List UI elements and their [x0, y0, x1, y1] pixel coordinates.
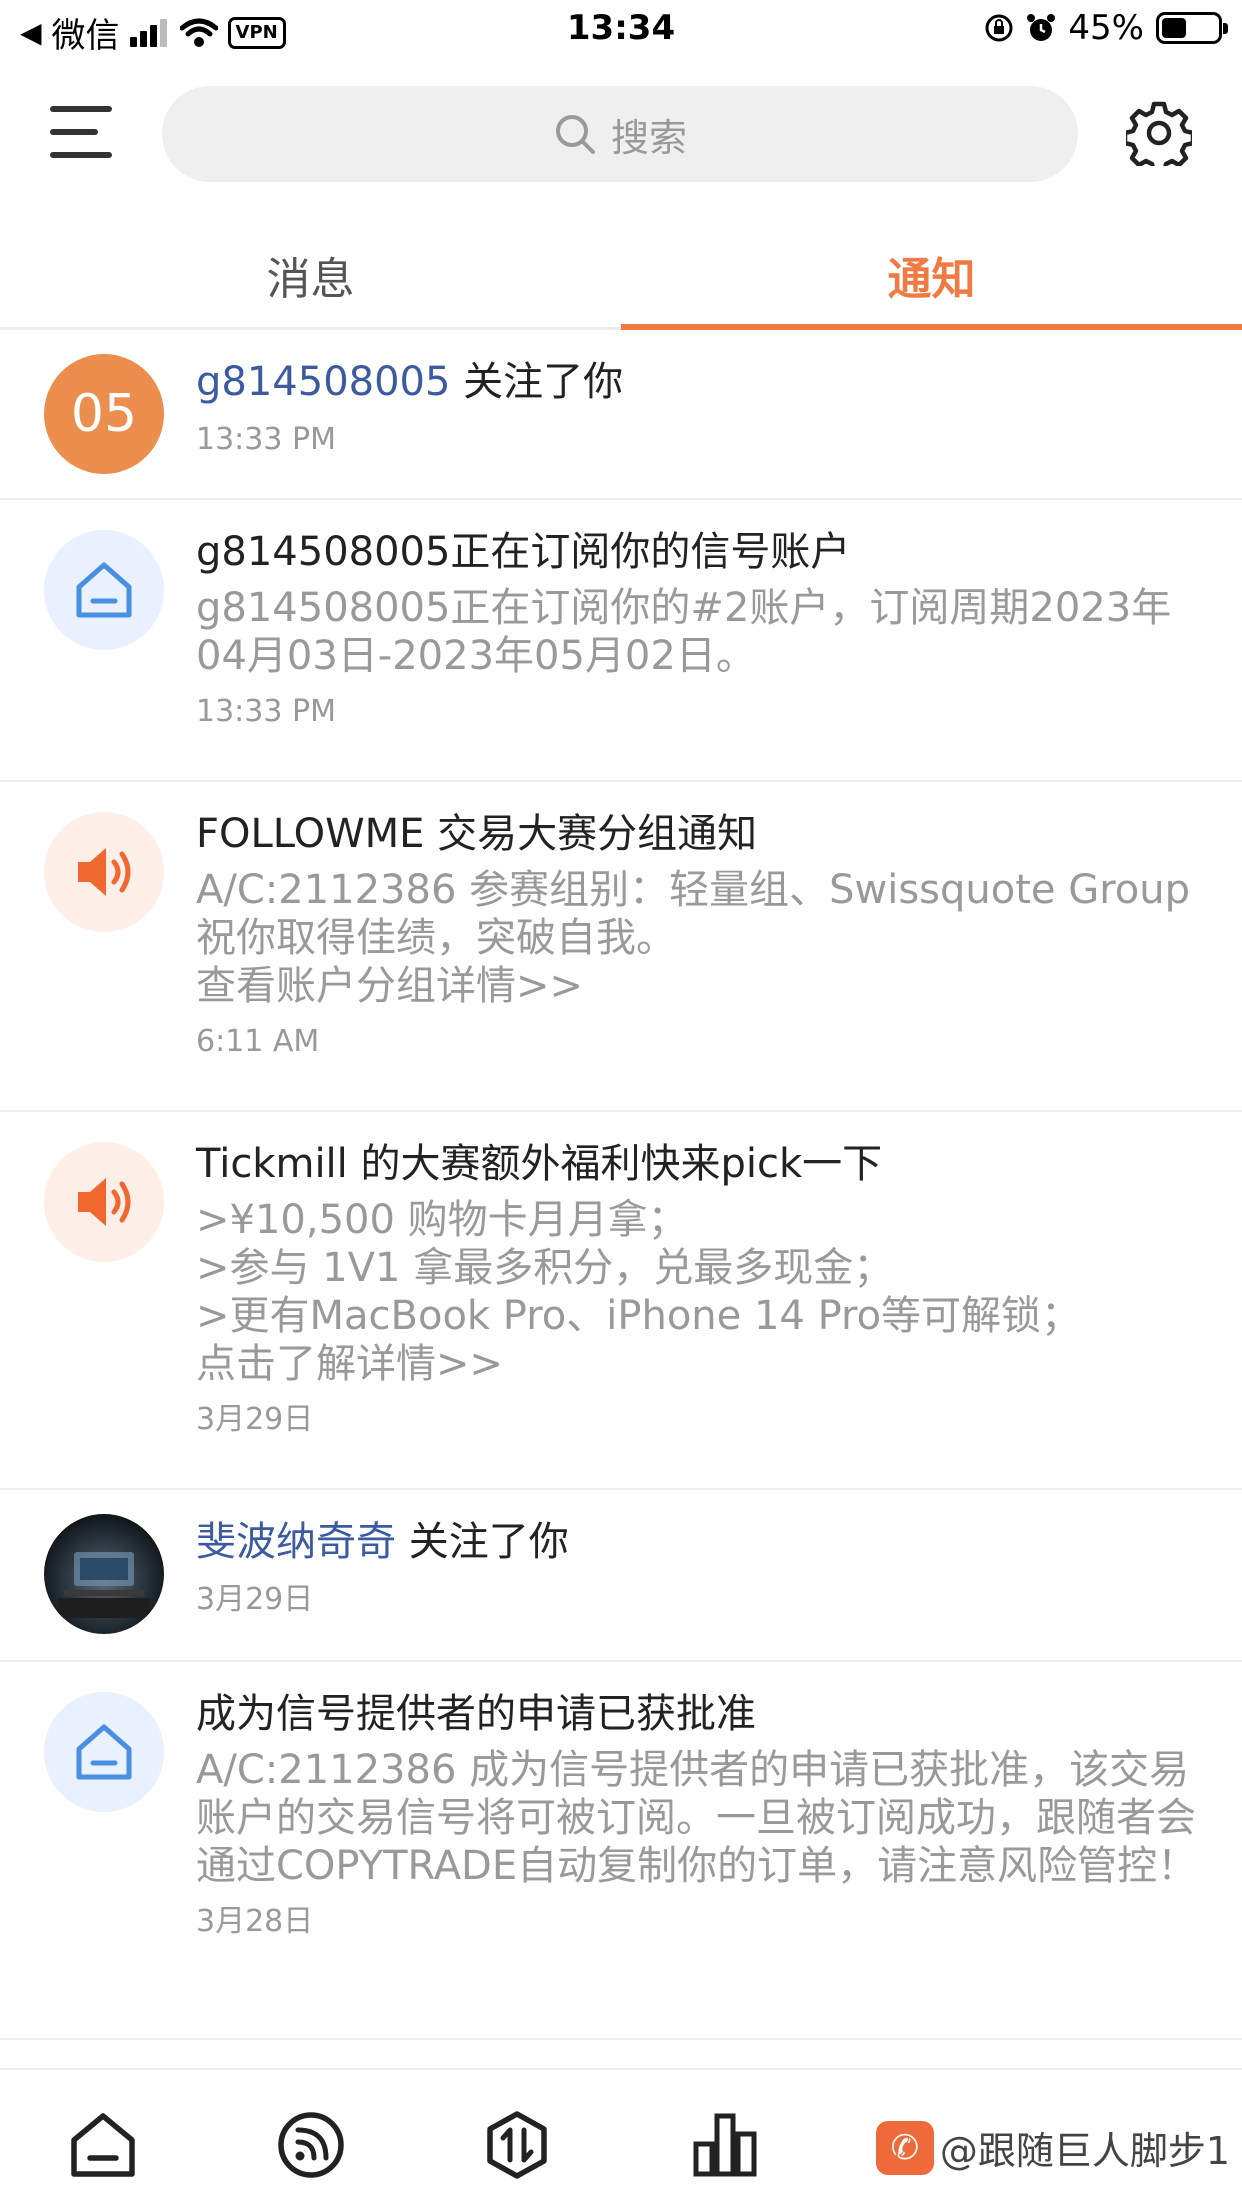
tab-messages[interactable]: 消息 [0, 222, 621, 327]
notification-title: g814508005 关注了你 [196, 359, 624, 405]
avatar [44, 812, 164, 932]
avatar [44, 530, 164, 650]
gear-icon[interactable] [1126, 100, 1192, 166]
alarm-icon [1027, 14, 1056, 41]
search-icon [555, 115, 595, 154]
notification-time: 13:33 PM [196, 694, 336, 729]
notification-title: 斐波纳奇奇 关注了你 [196, 1519, 569, 1565]
list-item[interactable]: 成为信号提供者的申请已获批准 A/C:2112386 成为信号提供者的申请已获批… [0, 1662, 1242, 2040]
profile-photo-icon [58, 1552, 150, 1618]
notification-time: 13:33 PM [196, 422, 336, 457]
notification-body: g814508005正在订阅你的#2账户，订阅周期2023年04月03日-202… [196, 585, 1172, 679]
search-placeholder: 搜索 [610, 115, 687, 160]
user-link[interactable]: 斐波纳奇奇 [196, 1519, 396, 1565]
battery-percent: 45% [1068, 8, 1144, 48]
speaker-icon [78, 848, 131, 896]
list-item[interactable]: Tickmill 的大赛额外福利快来pick一下 >¥10,500 购物卡月月拿… [0, 1112, 1242, 1490]
avatar [44, 1692, 164, 1812]
notification-time: 3月28日 [196, 1904, 314, 1939]
details-link[interactable]: 查看账户分组详情>> [196, 962, 1202, 1010]
speaker-icon [78, 1178, 131, 1226]
avatar[interactable]: 05 [44, 354, 164, 474]
status-bar-right: 45% [984, 8, 1228, 48]
bottom-nav: ✆ @跟随巨人脚步1 [0, 2068, 1242, 2208]
tab-bar: 消息 通知 [0, 222, 1242, 330]
home-icon [76, 1724, 132, 1780]
notification-title: FOLLOWME 交易大赛分组通知 [196, 811, 758, 857]
notification-time: 3月29日 [196, 1582, 314, 1617]
notification-title: g814508005正在订阅你的信号账户 [196, 529, 851, 575]
status-bar: ◀ 微信 VPN 13:34 45% [0, 0, 1242, 62]
notification-time: 3月29日 [196, 1402, 314, 1437]
home-icon[interactable] [68, 2110, 138, 2180]
home-icon [76, 562, 132, 618]
list-item[interactable]: 斐波纳奇奇 关注了你 3月29日 [0, 1490, 1242, 1662]
avatar [44, 1142, 164, 1262]
chart-icon[interactable] [690, 2110, 760, 2180]
list-item[interactable]: g814508005正在订阅你的信号账户 g814508005正在订阅你的#2账… [0, 500, 1242, 782]
search-bar[interactable]: 搜索 [162, 86, 1078, 182]
notification-time: 6:11 AM [196, 1024, 320, 1059]
trade-icon[interactable] [482, 2110, 552, 2180]
weibo-icon: ✆ [875, 2120, 934, 2175]
notification-body: >¥10,500 购物卡月月拿； >参与 1V1 拿最多积分，兑最多现金； >更… [196, 1196, 1202, 1388]
notification-body: A/C:2112386 成为信号提供者的申请已获批准，该交易账户的交易信号将可被… [196, 1747, 1198, 1889]
details-link[interactable]: 点击了解详情>> [196, 1340, 1202, 1388]
tab-notifications[interactable]: 通知 [621, 222, 1242, 330]
list-item[interactable]: 05 g814508005 关注了你 13:33 PM [0, 330, 1242, 500]
notification-title: Tickmill 的大赛额外福利快来pick一下 [196, 1141, 883, 1187]
user-link[interactable]: g814508005 [196, 359, 450, 405]
orientation-lock-icon [985, 14, 1013, 42]
menu-icon[interactable] [50, 106, 112, 164]
notification-title: 成为信号提供者的申请已获批准 [196, 1691, 756, 1737]
header: 搜索 [0, 86, 1242, 182]
battery-icon [1156, 12, 1228, 44]
watermark: ✆ @跟随巨人脚步1 [875, 2120, 1230, 2175]
list-item[interactable]: FOLLOWME 交易大赛分组通知 A/C:2112386 参赛组别：轻量组、S… [0, 782, 1242, 1112]
avatar[interactable] [44, 1514, 164, 1634]
notification-body: A/C:2112386 参赛组别：轻量组、Swissquote Group 祝你… [196, 866, 1202, 1010]
notification-list: 05 g814508005 关注了你 13:33 PM g814508005正在… [0, 330, 1242, 2040]
signal-feed-icon[interactable] [276, 2110, 346, 2180]
